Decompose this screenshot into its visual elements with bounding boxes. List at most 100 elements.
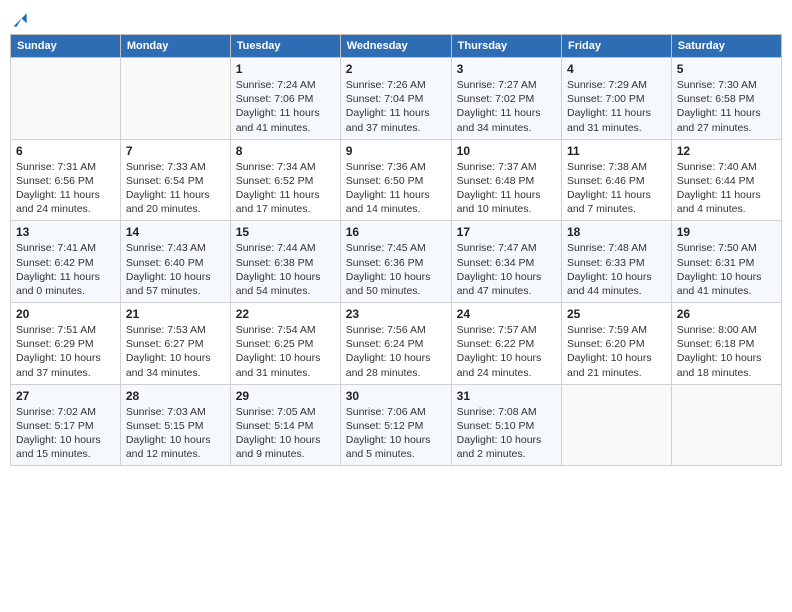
calendar-table: SundayMondayTuesdayWednesdayThursdayFrid…	[10, 34, 782, 466]
weekday-friday: Friday	[561, 35, 671, 58]
day-number: 29	[236, 389, 335, 403]
logo-icon	[10, 10, 30, 30]
weekday-tuesday: Tuesday	[230, 35, 340, 58]
day-info: Sunrise: 7:36 AM Sunset: 6:50 PM Dayligh…	[346, 160, 446, 217]
day-number: 9	[346, 144, 446, 158]
calendar-cell: 20 Sunrise: 7:51 AM Sunset: 6:29 PM Dayli…	[11, 303, 121, 385]
day-info: Sunrise: 7:47 AM Sunset: 6:34 PM Dayligh…	[457, 241, 556, 298]
weekday-wednesday: Wednesday	[340, 35, 451, 58]
calendar-body: 1Sunrise: 7:24 AM Sunset: 7:06 PM Daylig…	[11, 58, 782, 466]
weekday-monday: Monday	[120, 35, 230, 58]
day-number: 18	[567, 225, 666, 239]
day-info: Sunrise: 7:44 AM Sunset: 6:38 PM Dayligh…	[236, 241, 335, 298]
day-number: 14	[126, 225, 225, 239]
calendar-cell	[120, 58, 230, 140]
day-info: Sunrise: 7:34 AM Sunset: 6:52 PM Dayligh…	[236, 160, 335, 217]
calendar-cell: 8 Sunrise: 7:34 AM Sunset: 6:52 PM Daylig…	[230, 139, 340, 221]
day-info: Sunrise: 7:48 AM Sunset: 6:33 PM Dayligh…	[567, 241, 666, 298]
day-number: 23	[346, 307, 446, 321]
calendar-cell	[11, 58, 121, 140]
day-number: 3	[457, 62, 556, 76]
calendar-cell: 22Sunrise: 7:54 AM Sunset: 6:25 PM Dayli…	[230, 303, 340, 385]
logo	[10, 10, 32, 30]
day-number: 15	[236, 225, 335, 239]
day-number: 5	[677, 62, 776, 76]
day-info: Sunrise: 7:41 AM Sunset: 6:42 PM Dayligh…	[16, 241, 115, 298]
day-info: Sunrise: 7:02 AM Sunset: 5:17 PM Dayligh…	[16, 405, 115, 462]
day-number: 17	[457, 225, 556, 239]
day-number: 13	[16, 225, 115, 239]
day-info: Sunrise: 7:54 AM Sunset: 6:25 PM Dayligh…	[236, 323, 335, 380]
calendar-cell: 28 Sunrise: 7:03 AM Sunset: 5:15 PM Dayli…	[120, 384, 230, 466]
day-info: Sunrise: 7:38 AM Sunset: 6:46 PM Dayligh…	[567, 160, 666, 217]
day-info: Sunrise: 7:51 AM Sunset: 6:29 PM Dayligh…	[16, 323, 115, 380]
day-number: 8	[236, 144, 335, 158]
day-number: 7	[126, 144, 225, 158]
day-info: Sunrise: 8:00 AM Sunset: 6:18 PM Dayligh…	[677, 323, 776, 380]
day-info: Sunrise: 7:30 AM Sunset: 6:58 PM Dayligh…	[677, 78, 776, 135]
day-info: Sunrise: 7:05 AM Sunset: 5:14 PM Dayligh…	[236, 405, 335, 462]
calendar-cell: 9 Sunrise: 7:36 AM Sunset: 6:50 PM Daylig…	[340, 139, 451, 221]
calendar-cell: 5 Sunrise: 7:30 AM Sunset: 6:58 PM Daylig…	[671, 58, 781, 140]
calendar-cell: 6 Sunrise: 7:31 AM Sunset: 6:56 PM Daylig…	[11, 139, 121, 221]
calendar-cell: 27Sunrise: 7:02 AM Sunset: 5:17 PM Dayli…	[11, 384, 121, 466]
day-info: Sunrise: 7:59 AM Sunset: 6:20 PM Dayligh…	[567, 323, 666, 380]
day-number: 4	[567, 62, 666, 76]
day-number: 24	[457, 307, 556, 321]
calendar-cell: 24 Sunrise: 7:57 AM Sunset: 6:22 PM Dayli…	[451, 303, 561, 385]
day-number: 16	[346, 225, 446, 239]
day-number: 20	[16, 307, 115, 321]
calendar-cell: 7 Sunrise: 7:33 AM Sunset: 6:54 PM Daylig…	[120, 139, 230, 221]
day-info: Sunrise: 7:37 AM Sunset: 6:48 PM Dayligh…	[457, 160, 556, 217]
day-info: Sunrise: 7:40 AM Sunset: 6:44 PM Dayligh…	[677, 160, 776, 217]
page-header	[10, 10, 782, 30]
day-info: Sunrise: 7:50 AM Sunset: 6:31 PM Dayligh…	[677, 241, 776, 298]
weekday-sunday: Sunday	[11, 35, 121, 58]
day-info: Sunrise: 7:57 AM Sunset: 6:22 PM Dayligh…	[457, 323, 556, 380]
day-info: Sunrise: 7:03 AM Sunset: 5:15 PM Dayligh…	[126, 405, 225, 462]
day-number: 19	[677, 225, 776, 239]
day-info: Sunrise: 7:45 AM Sunset: 6:36 PM Dayligh…	[346, 241, 446, 298]
calendar-cell: 15 Sunrise: 7:44 AM Sunset: 6:38 PM Dayli…	[230, 221, 340, 303]
calendar-cell: 23 Sunrise: 7:56 AM Sunset: 6:24 PM Dayli…	[340, 303, 451, 385]
day-number: 28	[126, 389, 225, 403]
calendar-cell	[561, 384, 671, 466]
calendar-cell: 31 Sunrise: 7:08 AM Sunset: 5:10 PM Dayli…	[451, 384, 561, 466]
week-row-2: 6 Sunrise: 7:31 AM Sunset: 6:56 PM Daylig…	[11, 139, 782, 221]
day-number: 6	[16, 144, 115, 158]
day-info: Sunrise: 7:08 AM Sunset: 5:10 PM Dayligh…	[457, 405, 556, 462]
calendar-cell: 25 Sunrise: 7:59 AM Sunset: 6:20 PM Dayli…	[561, 303, 671, 385]
calendar-cell: 30Sunrise: 7:06 AM Sunset: 5:12 PM Dayli…	[340, 384, 451, 466]
calendar-cell: 19 Sunrise: 7:50 AM Sunset: 6:31 PM Dayli…	[671, 221, 781, 303]
day-info: Sunrise: 7:53 AM Sunset: 6:27 PM Dayligh…	[126, 323, 225, 380]
calendar-cell: 12 Sunrise: 7:40 AM Sunset: 6:44 PM Dayli…	[671, 139, 781, 221]
calendar-cell: 14 Sunrise: 7:43 AM Sunset: 6:40 PM Dayli…	[120, 221, 230, 303]
calendar-cell: 13 Sunrise: 7:41 AM Sunset: 6:42 PM Dayli…	[11, 221, 121, 303]
calendar-cell: 11Sunrise: 7:38 AM Sunset: 6:46 PM Dayli…	[561, 139, 671, 221]
calendar-cell: 4 Sunrise: 7:29 AM Sunset: 7:00 PM Daylig…	[561, 58, 671, 140]
weekday-saturday: Saturday	[671, 35, 781, 58]
day-info: Sunrise: 7:31 AM Sunset: 6:56 PM Dayligh…	[16, 160, 115, 217]
calendar-cell: 1Sunrise: 7:24 AM Sunset: 7:06 PM Daylig…	[230, 58, 340, 140]
day-info: Sunrise: 7:29 AM Sunset: 7:00 PM Dayligh…	[567, 78, 666, 135]
calendar-cell: 10 Sunrise: 7:37 AM Sunset: 6:48 PM Dayli…	[451, 139, 561, 221]
day-info: Sunrise: 7:43 AM Sunset: 6:40 PM Dayligh…	[126, 241, 225, 298]
day-info: Sunrise: 7:27 AM Sunset: 7:02 PM Dayligh…	[457, 78, 556, 135]
day-number: 1	[236, 62, 335, 76]
day-info: Sunrise: 7:33 AM Sunset: 6:54 PM Dayligh…	[126, 160, 225, 217]
day-number: 10	[457, 144, 556, 158]
calendar-cell: 17 Sunrise: 7:47 AM Sunset: 6:34 PM Dayli…	[451, 221, 561, 303]
day-number: 25	[567, 307, 666, 321]
day-number: 26	[677, 307, 776, 321]
weekday-header-row: SundayMondayTuesdayWednesdayThursdayFrid…	[11, 35, 782, 58]
day-info: Sunrise: 7:26 AM Sunset: 7:04 PM Dayligh…	[346, 78, 446, 135]
calendar-cell: 26 Sunrise: 8:00 AM Sunset: 6:18 PM Dayli…	[671, 303, 781, 385]
day-number: 12	[677, 144, 776, 158]
calendar-cell: 3 Sunrise: 7:27 AM Sunset: 7:02 PM Daylig…	[451, 58, 561, 140]
day-number: 31	[457, 389, 556, 403]
calendar-cell: 2Sunrise: 7:26 AM Sunset: 7:04 PM Daylig…	[340, 58, 451, 140]
day-number: 21	[126, 307, 225, 321]
week-row-4: 20 Sunrise: 7:51 AM Sunset: 6:29 PM Dayli…	[11, 303, 782, 385]
calendar-cell: 21 Sunrise: 7:53 AM Sunset: 6:27 PM Dayli…	[120, 303, 230, 385]
day-info: Sunrise: 7:56 AM Sunset: 6:24 PM Dayligh…	[346, 323, 446, 380]
